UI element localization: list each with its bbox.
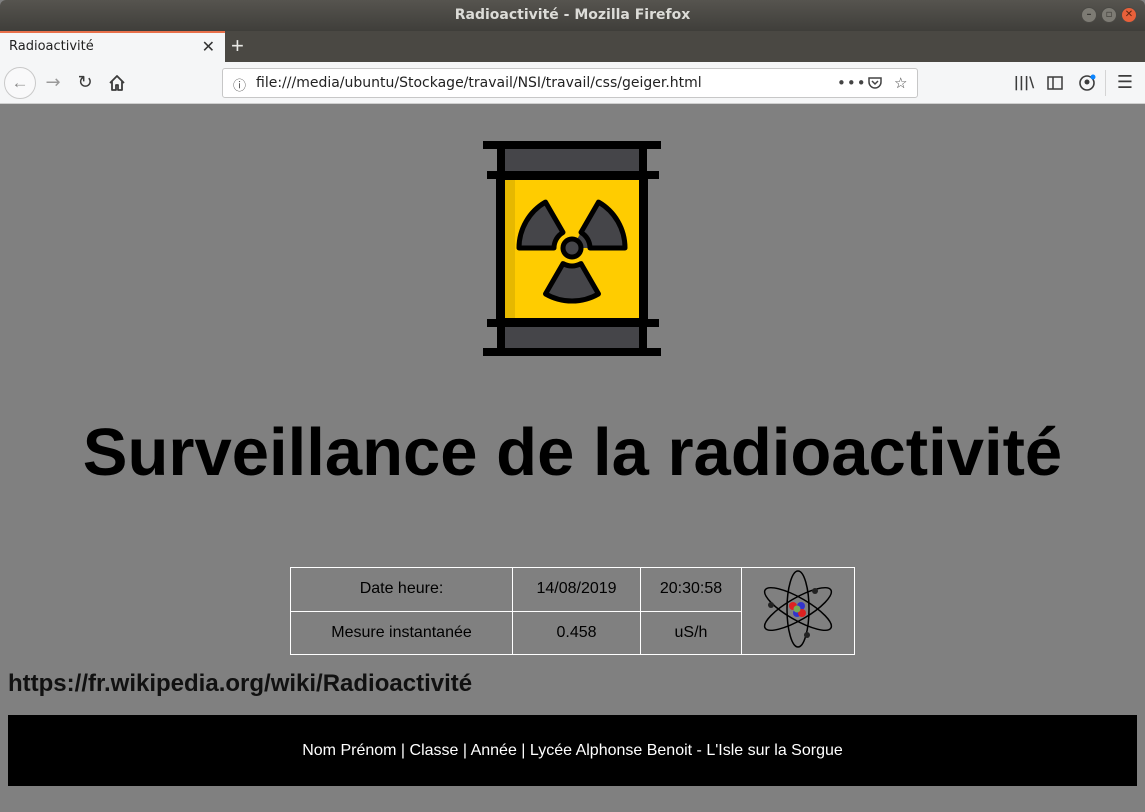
close-tab-icon[interactable]: ✕ [202, 37, 215, 56]
navigation-toolbar: ← → ↻ ⓘ file:///media/ubuntu/Stockage/tr… [0, 62, 1145, 104]
page-heading: Surveillance de la radioactivité [82, 415, 1063, 490]
window-title: Radioactivité - Mozilla Firefox [454, 7, 691, 23]
new-tab-button[interactable]: + [231, 33, 244, 59]
menu-icon[interactable]: ☰ [1113, 71, 1137, 95]
library-icon[interactable]: |||\ [1012, 71, 1036, 95]
measurement-table: Date heure: 14/08/2019 20:30:58 Mesure i… [290, 567, 855, 655]
home-button[interactable] [105, 71, 129, 95]
table-cell-value: 0.458 [512, 610, 641, 655]
window-controls: – ▫ ✕ [1081, 7, 1137, 23]
page-footer: Nom Prénom | Classe | Année | Lycée Alph… [8, 715, 1137, 786]
table-cell-unit: uS/h [640, 610, 742, 655]
home-icon [109, 75, 125, 91]
pocket-icon[interactable] [867, 74, 883, 95]
table-cell-label: Mesure instantanée [290, 610, 513, 655]
minimize-button[interactable]: – [1081, 7, 1097, 23]
bookmark-star-icon[interactable]: ☆ [894, 74, 907, 92]
account-icon[interactable] [1075, 71, 1099, 95]
window-titlebar: Radioactivité - Mozilla Firefox – ▫ ✕ [0, 0, 1145, 31]
close-window-button[interactable]: ✕ [1121, 7, 1137, 23]
toolbar-separator [1105, 70, 1106, 96]
table-row: Date heure: 14/08/2019 20:30:58 [290, 567, 855, 655]
address-bar[interactable]: ⓘ file:///media/ubuntu/Stockage/travail/… [222, 68, 918, 98]
table-cell-date: 14/08/2019 [512, 567, 641, 612]
maximize-button[interactable]: ▫ [1101, 7, 1117, 23]
table-cell-time: 20:30:58 [640, 567, 742, 612]
table-cell-label: Date heure: [290, 567, 513, 612]
forward-button[interactable]: → [41, 71, 65, 95]
info-icon[interactable]: ⓘ [233, 75, 246, 94]
tab-bar: Radioactivité ✕ + [0, 31, 1145, 62]
radioactive-barrel-icon [483, 141, 661, 356]
url-text[interactable]: file:///media/ubuntu/Stockage/travail/NS… [256, 75, 702, 91]
sidebar-icon[interactable] [1043, 71, 1067, 95]
atom-cell [741, 567, 855, 655]
back-button[interactable]: ← [4, 67, 36, 99]
atom-icon [763, 569, 833, 648]
page-actions-icon[interactable]: ••• [837, 74, 867, 92]
tab-radioactivite[interactable]: Radioactivité ✕ [0, 31, 225, 62]
wikipedia-link[interactable]: https://fr.wikipedia.org/wiki/Radioactiv… [8, 670, 472, 698]
page-content: Surveillance de la radioactivité Date he… [0, 104, 1145, 812]
tab-title: Radioactivité [9, 39, 94, 54]
footer-text: Nom Prénom | Classe | Année | Lycée Alph… [302, 742, 843, 759]
reload-button[interactable]: ↻ [73, 71, 97, 95]
